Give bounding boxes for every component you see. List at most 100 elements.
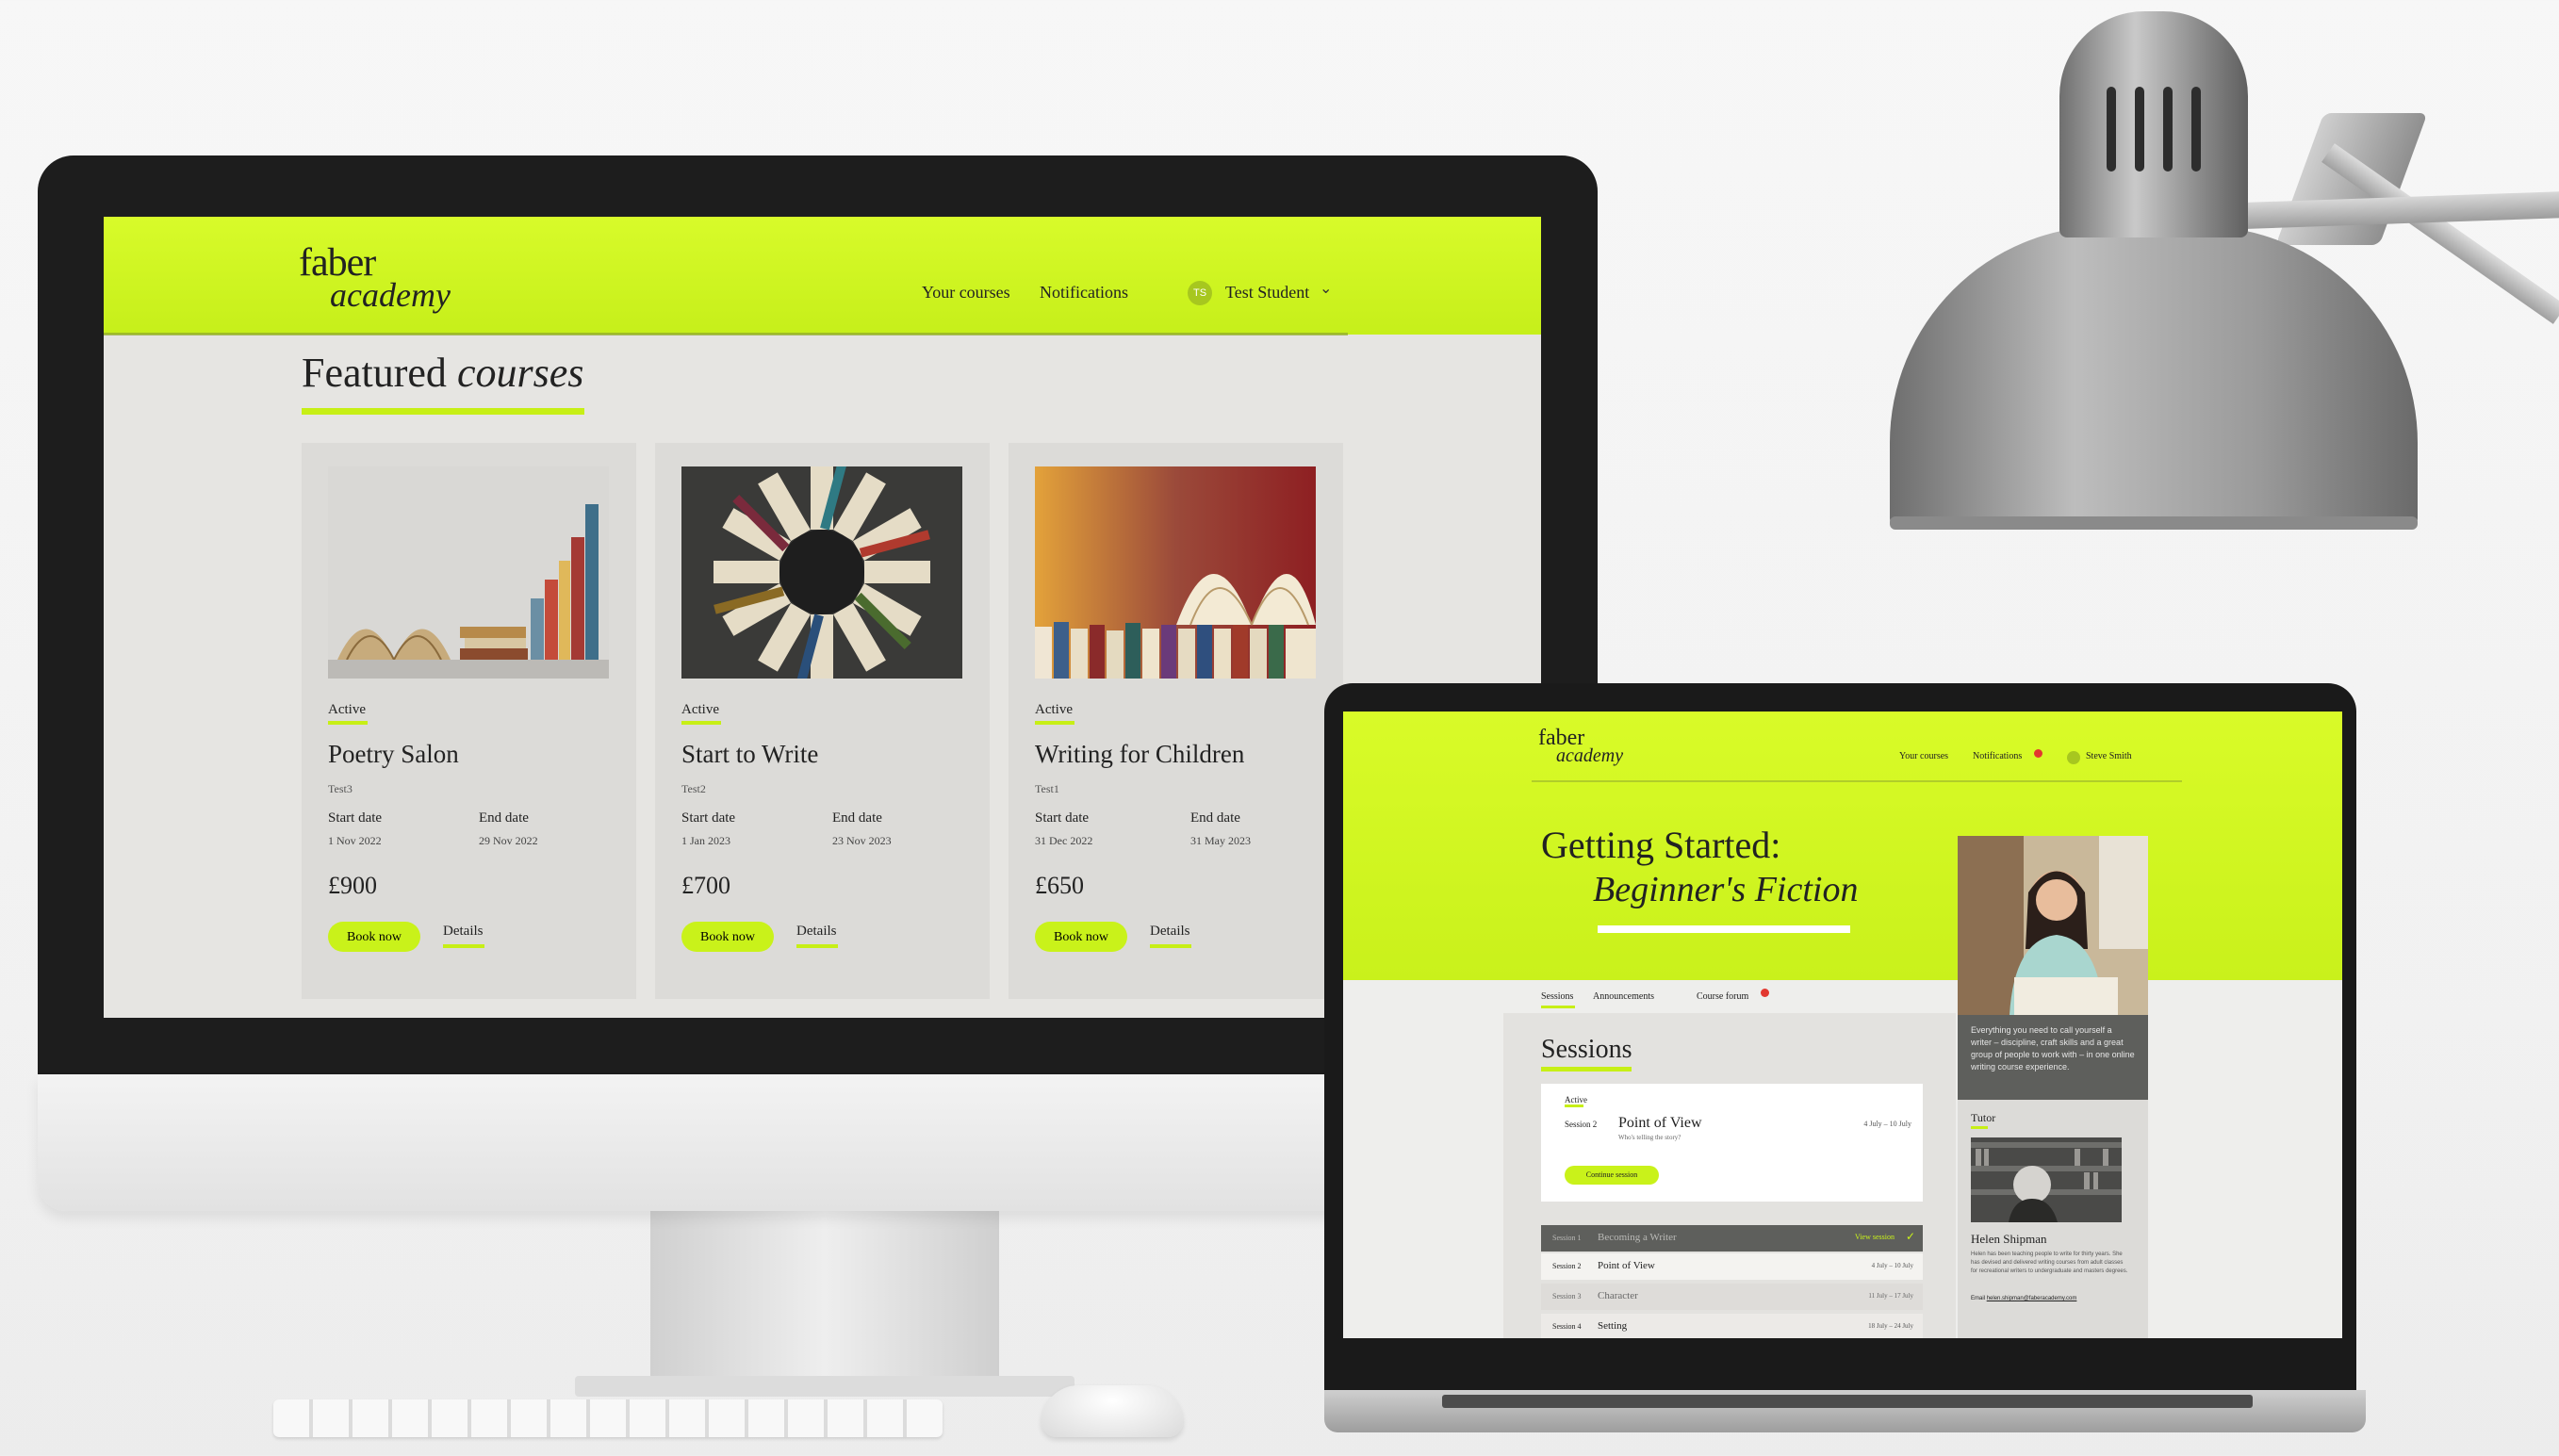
end-date: 23 Nov 2023 bbox=[832, 834, 892, 847]
site-header: faber academy Your courses Notifications… bbox=[104, 217, 1541, 335]
lamp-vent bbox=[2163, 87, 2173, 172]
status-underline bbox=[1565, 1104, 1583, 1107]
course-code: Test2 bbox=[681, 782, 706, 795]
status-badge: Active bbox=[681, 702, 719, 717]
status-badge: Active bbox=[1565, 1095, 1587, 1104]
course-image-children bbox=[1035, 466, 1316, 679]
book-now-button[interactable]: Book now bbox=[1035, 922, 1127, 952]
course-title: Getting Started: bbox=[1541, 824, 1781, 866]
lamp-vent bbox=[2107, 87, 2116, 172]
details-link[interactable]: Details bbox=[1150, 924, 1190, 940]
keyboard bbox=[273, 1399, 943, 1437]
end-date-label: End date bbox=[479, 810, 529, 826]
continue-session-button[interactable]: Continue session bbox=[1565, 1166, 1659, 1185]
mouse bbox=[1042, 1385, 1183, 1437]
course-title[interactable]: Start to Write bbox=[681, 740, 818, 769]
status-badge: Active bbox=[328, 702, 366, 717]
book-now-button[interactable]: Book now bbox=[681, 922, 774, 952]
monitor-stand-base bbox=[575, 1376, 1074, 1397]
tutor-email-row: Email helen.shipman@faberacademy.com bbox=[1971, 1296, 2076, 1301]
status-underline bbox=[681, 721, 721, 725]
sessions-heading: Sessions bbox=[1541, 1035, 1632, 1064]
status-underline bbox=[328, 721, 368, 725]
session-title[interactable]: Point of View bbox=[1618, 1115, 1702, 1132]
avatar[interactable] bbox=[2067, 751, 2080, 764]
course-subtitle: Beginner's Fiction bbox=[1593, 870, 1859, 909]
nav-your-courses[interactable]: Your courses bbox=[1899, 751, 1948, 761]
session-number: Session 4 bbox=[1552, 1322, 1582, 1331]
end-date: 29 Nov 2022 bbox=[479, 834, 538, 847]
nav-your-courses[interactable]: Your courses bbox=[922, 283, 1010, 303]
tab-course-forum[interactable]: Course forum bbox=[1697, 991, 1748, 1002]
tutor-panel: Tutor Helen Shipman Helen has been teach… bbox=[1958, 1100, 2148, 1338]
course-price: £700 bbox=[681, 872, 730, 899]
session-row[interactable]: Session 3 Character 11 July – 17 July bbox=[1541, 1284, 1923, 1310]
laptop-screen: faber academy Your courses Notifications… bbox=[1343, 712, 2342, 1338]
session-dates: 4 July – 10 July bbox=[1871, 1262, 1913, 1269]
tab-sessions[interactable]: Sessions bbox=[1541, 991, 1573, 1002]
lamp-head bbox=[2059, 11, 2248, 237]
title-underline bbox=[1598, 925, 1850, 933]
active-tab-indicator bbox=[1541, 1006, 1575, 1008]
status-badge: Active bbox=[1035, 702, 1073, 717]
logo-academy[interactable]: academy bbox=[330, 275, 451, 315]
course-image-write bbox=[681, 466, 962, 679]
nav-notifications[interactable]: Notifications bbox=[1040, 283, 1128, 303]
course-title[interactable]: Poetry Salon bbox=[328, 740, 459, 769]
tutor-label: Tutor bbox=[1971, 1111, 1996, 1124]
user-menu-name[interactable]: Test Student bbox=[1225, 283, 1309, 303]
session-title: Becoming a Writer bbox=[1598, 1232, 1677, 1243]
tutor-photo bbox=[1971, 1137, 2122, 1222]
session-row[interactable]: Session 1 Becoming a Writer View session… bbox=[1541, 1225, 1923, 1252]
lamp-vent bbox=[2135, 87, 2144, 172]
user-menu-name[interactable]: Steve Smith bbox=[2086, 751, 2132, 761]
status-underline bbox=[1035, 721, 1074, 725]
session-row[interactable]: Session 2 Point of View 4 July – 10 July bbox=[1541, 1253, 1923, 1280]
details-underline bbox=[443, 944, 484, 948]
details-underline bbox=[1150, 944, 1191, 948]
start-date-label: Start date bbox=[328, 810, 383, 826]
tutor-email-link[interactable]: helen.shipman@faberacademy.com bbox=[1987, 1296, 2077, 1301]
email-label: Email bbox=[1971, 1296, 1986, 1301]
session-title: Character bbox=[1598, 1290, 1638, 1301]
current-session-card[interactable]: Active Session 2 Point of View Who's tel… bbox=[1541, 1084, 1923, 1202]
start-date: 1 Jan 2023 bbox=[681, 834, 730, 847]
nav-notifications[interactable]: Notifications bbox=[1973, 751, 2022, 761]
tutor-bio: Helen has been teaching people to write … bbox=[1971, 1252, 2128, 1274]
course-code: Test3 bbox=[328, 782, 353, 795]
tutor-underline bbox=[1971, 1126, 1988, 1129]
course-card[interactable]: Active Writing for Children Test1 Start … bbox=[1009, 443, 1343, 999]
heading-underline bbox=[1541, 1067, 1632, 1072]
check-icon: ✓ bbox=[1905, 1230, 1915, 1243]
tab-announcements[interactable]: Announcements bbox=[1593, 991, 1654, 1002]
chevron-down-icon[interactable]: ⌄ bbox=[1320, 279, 1332, 298]
course-title[interactable]: Writing for Children bbox=[1035, 740, 1244, 769]
session-title: Setting bbox=[1598, 1320, 1628, 1332]
lamp-rim bbox=[1890, 516, 2418, 530]
course-description: Everything you need to call yourself a w… bbox=[1958, 1015, 2148, 1100]
lamp-shade bbox=[1890, 226, 2418, 528]
session-number: Session 3 bbox=[1552, 1292, 1582, 1301]
session-dates: 4 July – 10 July bbox=[1863, 1120, 1911, 1128]
avatar[interactable]: TS bbox=[1188, 281, 1212, 305]
details-underline bbox=[796, 944, 838, 948]
session-number: Session 1 bbox=[1552, 1234, 1582, 1242]
course-price: £650 bbox=[1035, 872, 1084, 899]
session-title: Point of View bbox=[1598, 1260, 1655, 1271]
page-title: Featured courses bbox=[302, 350, 584, 396]
course-card[interactable]: Active Start to Write Test2 Start date 1… bbox=[655, 443, 990, 999]
logo-academy[interactable]: academy bbox=[1556, 745, 1623, 767]
end-date-label: End date bbox=[1190, 810, 1240, 826]
details-link[interactable]: Details bbox=[796, 924, 837, 940]
header-divider bbox=[104, 333, 1348, 335]
session-dates: 18 July – 24 July bbox=[1868, 1322, 1913, 1330]
view-session-link[interactable]: View session bbox=[1855, 1233, 1895, 1241]
course-card[interactable]: Active Poetry Salon Test3 Start date 1 N… bbox=[302, 443, 636, 999]
start-date-label: Start date bbox=[1035, 810, 1090, 826]
details-link[interactable]: Details bbox=[443, 924, 484, 940]
session-row[interactable]: Session 4 Setting 18 July – 24 July bbox=[1541, 1314, 1923, 1338]
end-date: 31 May 2023 bbox=[1190, 834, 1251, 847]
header-divider bbox=[1532, 780, 2182, 782]
start-date-label: Start date bbox=[681, 810, 736, 826]
book-now-button[interactable]: Book now bbox=[328, 922, 420, 952]
